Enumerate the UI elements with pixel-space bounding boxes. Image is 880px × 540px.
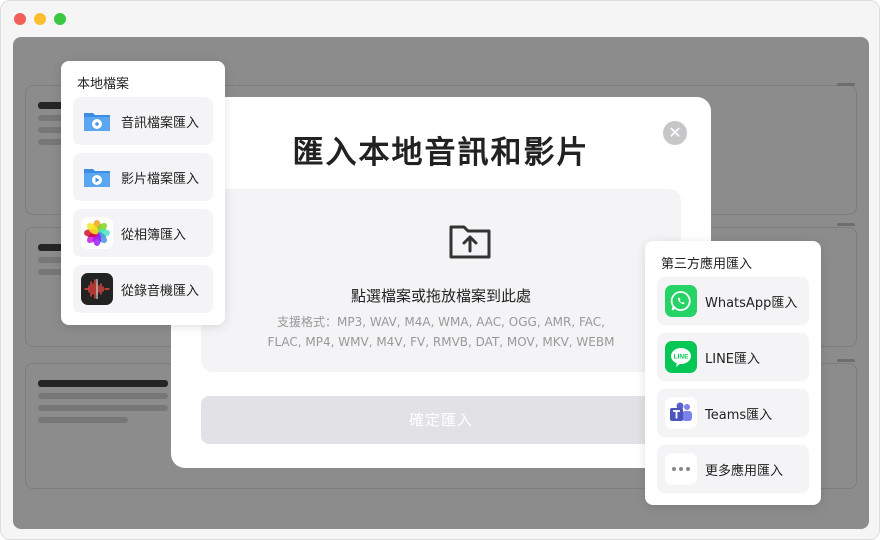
supported-formats: 支援格式：MP3, WAV, M4A, WMA, AAC, OGG, AMR, … — [267, 315, 615, 349]
whatsapp-import-item[interactable]: WhatsApp匯入 — [657, 277, 809, 325]
voice-memos-import-item[interactable]: 從錄音機匯入 — [73, 265, 213, 313]
voice-memos-import-label: 從錄音機匯入 — [121, 283, 200, 299]
confirm-import-button[interactable]: 確定匯入 — [201, 396, 681, 444]
line-import-label: LINE匯入 — [705, 351, 761, 367]
audio-folder-icon — [81, 105, 113, 137]
whatsapp-icon — [665, 285, 697, 317]
video-import-label: 影片檔案匯入 — [121, 171, 200, 187]
photos-import-label: 從相簿匯入 — [121, 227, 187, 243]
line-icon: LINE — [665, 341, 697, 373]
photos-import-item[interactable]: 從相簿匯入 — [73, 209, 213, 257]
close-modal-button[interactable]: ✕ — [663, 121, 687, 145]
voice-memos-icon — [81, 273, 113, 305]
teams-import-item[interactable]: Teams匯入 — [657, 389, 809, 437]
more-apps-import-item[interactable]: 更多應用匯入 — [657, 445, 809, 493]
local-files-panel: 本地檔案 音訊檔案匯入 影片檔案匯入 從相簿匯入 從錄音機匯入 — [61, 61, 225, 325]
third-party-panel: 第三方應用匯入 WhatsApp匯入 LINE LINE匯入 Teams匯入 更… — [645, 241, 821, 505]
svg-text:LINE: LINE — [674, 354, 689, 361]
app-window: 匯入本地音訊和影片 ✕ 點選檔案或拖放檔案到此處 支援格式：MP3, WAV, … — [0, 0, 880, 540]
modal-title: 匯入本地音訊和影片 — [292, 135, 590, 171]
whatsapp-import-label: WhatsApp匯入 — [705, 295, 798, 311]
video-folder-icon — [81, 161, 113, 193]
local-files-title: 本地檔案 — [77, 77, 130, 92]
audio-import-item[interactable]: 音訊檔案匯入 — [73, 97, 213, 145]
photos-icon — [81, 217, 113, 249]
line-import-item[interactable]: LINE LINE匯入 — [657, 333, 809, 381]
third-party-title: 第三方應用匯入 — [661, 257, 753, 272]
teams-import-label: Teams匯入 — [705, 407, 773, 423]
zoom-window-button[interactable] — [54, 13, 66, 25]
audio-import-label: 音訊檔案匯入 — [121, 115, 200, 131]
import-modal: 匯入本地音訊和影片 ✕ 點選檔案或拖放檔案到此處 支援格式：MP3, WAV, … — [171, 97, 711, 468]
minimize-window-button[interactable] — [34, 13, 46, 25]
more-icon — [665, 453, 697, 485]
file-dropzone[interactable]: 點選檔案或拖放檔案到此處 支援格式：MP3, WAV, M4A, WMA, AA… — [201, 189, 681, 372]
close-window-button[interactable] — [14, 13, 26, 25]
window-controls — [14, 13, 66, 25]
folder-upload-icon — [449, 225, 491, 259]
teams-icon — [665, 397, 697, 429]
video-import-item[interactable]: 影片檔案匯入 — [73, 153, 213, 201]
dropzone-instruction: 點選檔案或拖放檔案到此處 — [350, 287, 531, 305]
more-apps-import-label: 更多應用匯入 — [705, 463, 784, 479]
